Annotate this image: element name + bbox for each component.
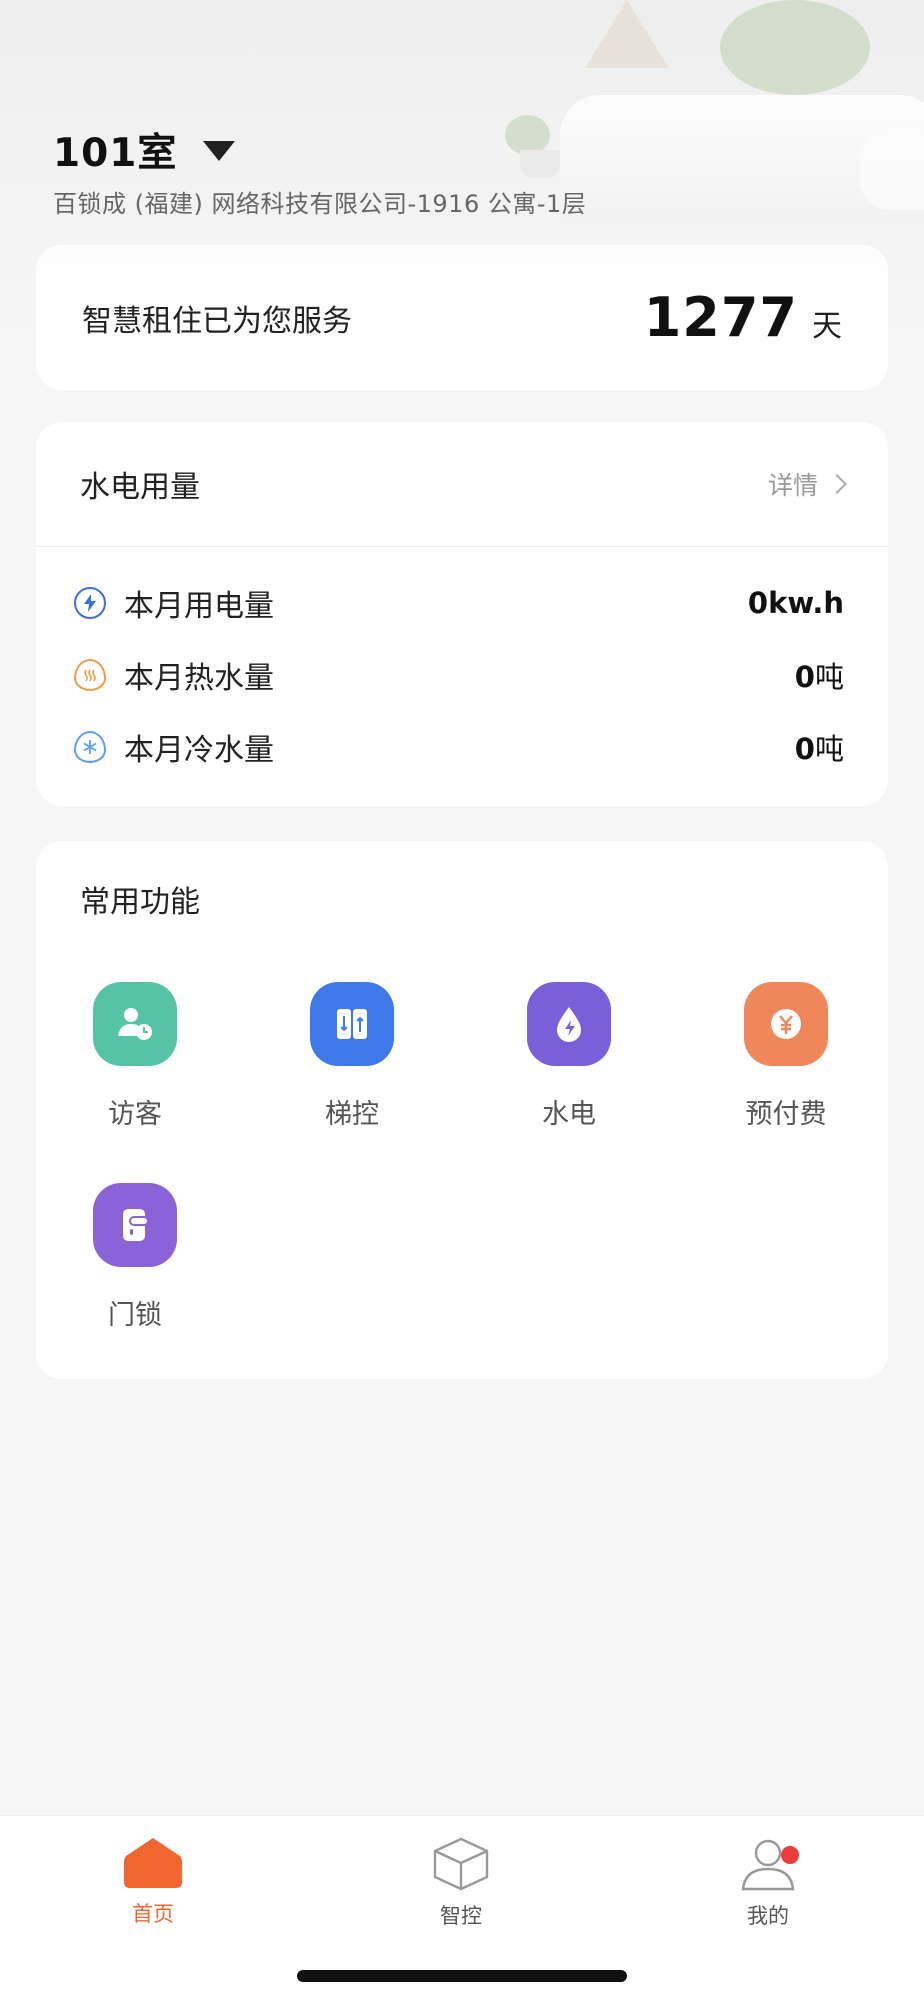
usage-card: 水电用量 详情 本月用电量 0kw.h 本月热水量 0吨 本月冷水量 0吨 (36, 422, 888, 806)
usage-unit: 吨 (814, 732, 844, 766)
function-label: 访客 (108, 1099, 162, 1130)
address-text: 百锁成 (福建) 网络科技有限公司-1916 公寓-1层 (53, 190, 587, 218)
usage-row-left: 本月冷水量 (74, 725, 274, 769)
room-selector[interactable]: 101室 (53, 122, 236, 178)
usage-list: 本月用电量 0kw.h 本月热水量 0吨 本月冷水量 0吨 (36, 547, 888, 783)
functions-title: 常用功能 (80, 885, 200, 920)
usage-detail-label: 详情 (767, 471, 818, 500)
functions-card: 常用功能 访客 梯控 水电 预付费 门锁 (36, 841, 888, 1379)
usage-title: 水电用量 (80, 470, 200, 505)
tab-home-label: 首页 (132, 1902, 174, 1926)
tab-home[interactable]: 首页 (83, 1836, 223, 1928)
usage-unit: kw.h (768, 586, 844, 620)
usage-value: 0吨 (795, 654, 844, 696)
hot-water-icon (74, 659, 106, 691)
usage-value: 0吨 (795, 726, 844, 768)
plant-decoration (505, 115, 550, 155)
notification-badge (781, 1846, 799, 1864)
service-unit: 天 (812, 309, 842, 344)
chevron-right-icon (827, 474, 847, 494)
function-door-lock[interactable]: 门锁 (65, 1183, 205, 1332)
app-screen: 101室 百锁成 (福建) 网络科技有限公司-1916 公寓-1层 智慧租住已为… (0, 0, 924, 2000)
usage-number: 0 (794, 660, 815, 694)
usage-unit: 吨 (814, 660, 844, 694)
function-utilities[interactable]: 水电 (499, 982, 639, 1131)
tab-profile[interactable]: 我的 (698, 1836, 838, 1930)
usage-row-hot-water: 本月热水量 0吨 (74, 639, 844, 711)
function-label: 水电 (542, 1099, 596, 1130)
cube-icon (433, 1837, 489, 1891)
usage-label: 本月冷水量 (124, 733, 274, 768)
usage-detail-link[interactable]: 详情 (767, 466, 847, 502)
usage-row-cold-water: 本月冷水量 0吨 (74, 711, 844, 783)
usage-number: 0 (794, 732, 815, 766)
usage-row-electricity: 本月用电量 0kw.h (74, 567, 844, 639)
service-label: 智慧租住已为您服务 (82, 303, 352, 339)
usage-label: 本月用电量 (124, 589, 274, 624)
usage-label: 本月热水量 (124, 661, 274, 696)
usage-header: 水电用量 详情 (36, 422, 888, 547)
room-name: 101室 (53, 131, 178, 176)
service-duration: 1277 天 (644, 286, 842, 349)
caret-down-icon[interactable] (203, 141, 236, 161)
function-prepay[interactable]: 预付费 (716, 982, 856, 1131)
pot-decoration (520, 150, 560, 178)
profile-icon (741, 1839, 795, 1891)
tab-profile-label: 我的 (747, 1904, 789, 1928)
function-label: 预付费 (745, 1099, 827, 1130)
usage-row-left: 本月用电量 (74, 581, 274, 625)
function-visitor[interactable]: 访客 (65, 982, 205, 1131)
home-icon (124, 1838, 182, 1888)
elevator-icon (310, 982, 394, 1066)
lamp-decoration (585, 0, 669, 68)
usage-number: 0 (747, 586, 769, 620)
tab-smart-control-label: 智控 (440, 1904, 482, 1928)
visitor-icon (93, 982, 177, 1066)
plant-decoration (720, 0, 870, 95)
door-lock-icon (93, 1183, 177, 1267)
usage-value: 0kw.h (748, 586, 844, 620)
home-indicator (297, 1970, 627, 1982)
service-card: 智慧租住已为您服务 1277 天 (36, 245, 888, 390)
function-elevator[interactable]: 梯控 (282, 982, 422, 1131)
tab-smart-control[interactable]: 智控 (391, 1836, 531, 1930)
prepay-icon (744, 982, 828, 1066)
function-label: 门锁 (108, 1300, 162, 1331)
usage-row-left: 本月热水量 (74, 653, 274, 697)
cold-water-icon (74, 731, 106, 763)
service-days: 1277 (643, 286, 798, 349)
sofa-decoration (860, 130, 924, 210)
function-label: 梯控 (325, 1099, 379, 1130)
lightning-icon (74, 587, 106, 619)
utilities-icon (527, 982, 611, 1066)
